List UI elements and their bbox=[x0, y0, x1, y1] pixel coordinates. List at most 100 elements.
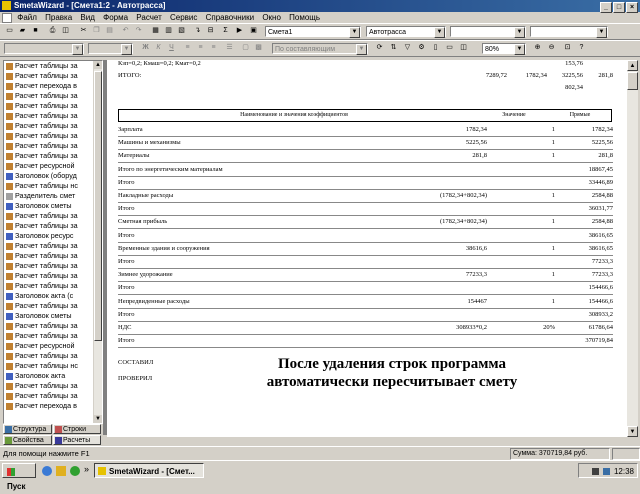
tree-item[interactable]: Расчет таблицы за bbox=[4, 271, 102, 281]
style-combo[interactable]: По составляющим ▼ bbox=[272, 43, 368, 55]
tree-item[interactable]: Расчет таблицы нс bbox=[4, 361, 102, 371]
tree-item[interactable]: Заголовок акта (с bbox=[4, 291, 102, 301]
undo-icon[interactable]: ↶ bbox=[120, 26, 131, 36]
tree-item[interactable]: Расчет таблицы за bbox=[4, 141, 102, 151]
tree-item[interactable]: Заголовок (оборуд bbox=[4, 171, 102, 181]
structure-tree[interactable]: Расчет таблицы за Расчет таблицы за Расчет… bbox=[3, 60, 103, 424]
tree-item[interactable]: Расчет таблицы за bbox=[4, 121, 102, 131]
sort-icon[interactable]: ⇅ bbox=[388, 43, 399, 53]
menu-references[interactable]: Справочники bbox=[203, 13, 257, 22]
underline-icon[interactable]: Ч bbox=[166, 43, 177, 53]
menu-view[interactable]: Вид bbox=[77, 13, 97, 22]
tree-item[interactable]: Заголовок сметы bbox=[4, 201, 102, 211]
volume-icon[interactable] bbox=[591, 468, 599, 476]
table-icon[interactable]: ▦ bbox=[150, 26, 161, 36]
tab-structure[interactable]: Структура bbox=[3, 424, 52, 434]
menu-help[interactable]: Помощь bbox=[286, 13, 323, 22]
copy-icon[interactable]: ❐ bbox=[91, 26, 102, 36]
shade-icon[interactable]: ▩ bbox=[253, 43, 264, 53]
page-icon[interactable]: ▯ bbox=[430, 43, 441, 53]
document-combo[interactable]: Смета1 ▼ bbox=[265, 26, 361, 38]
tree-item[interactable]: Заголовок ресурс bbox=[4, 231, 102, 241]
chevron-down-icon[interactable]: ▼ bbox=[514, 44, 525, 55]
chevron-down-icon[interactable]: ▼ bbox=[514, 27, 525, 38]
list-icon[interactable]: ☰ bbox=[224, 43, 235, 53]
scroll-up-icon[interactable]: ▲ bbox=[94, 61, 102, 69]
object-combo-2[interactable]: ▼ bbox=[450, 26, 526, 38]
font-combo[interactable]: ▼ bbox=[4, 43, 84, 55]
chevron-down-icon[interactable]: ▼ bbox=[121, 44, 132, 55]
menu-edit[interactable]: Правка bbox=[42, 13, 75, 22]
redo-icon[interactable]: ↷ bbox=[133, 26, 144, 36]
tree-item[interactable]: Расчет таблицы за bbox=[4, 151, 102, 161]
chevron-down-icon[interactable]: ▼ bbox=[596, 27, 607, 38]
tree-item[interactable]: Расчет таблицы за bbox=[4, 101, 102, 111]
tree-item[interactable]: Расчет таблицы за bbox=[4, 71, 102, 81]
refresh-icon[interactable]: ⟳ bbox=[374, 43, 385, 53]
tree-item[interactable]: Расчет таблицы за bbox=[4, 111, 102, 121]
chevron-down-icon[interactable]: ▼ bbox=[356, 44, 367, 55]
tree-item[interactable]: Расчет перехода в bbox=[4, 81, 102, 91]
tree-item[interactable]: Расчет таблицы за bbox=[4, 221, 102, 231]
properties-icon[interactable]: ▣ bbox=[248, 26, 259, 36]
scroll-down-icon[interactable]: ▼ bbox=[627, 426, 638, 437]
zoom-out-icon[interactable]: ⊖ bbox=[546, 43, 557, 53]
tab-rows[interactable]: Строки bbox=[53, 424, 101, 434]
menu-service[interactable]: Сервис bbox=[167, 13, 200, 22]
tree-item[interactable]: Расчет таблицы за bbox=[4, 91, 102, 101]
tree-item[interactable]: Расчет таблицы за bbox=[4, 241, 102, 251]
settings-icon[interactable]: ⚙ bbox=[416, 43, 427, 53]
menu-form[interactable]: Форма bbox=[100, 13, 131, 22]
doc-icon[interactable] bbox=[2, 12, 12, 23]
document-scrollbar[interactable]: ▲ ▼ bbox=[627, 60, 638, 437]
paste-icon[interactable]: ▤ bbox=[104, 26, 115, 36]
filter-icon[interactable]: ▽ bbox=[402, 43, 413, 53]
tree-item[interactable]: Расчет перехода в bbox=[4, 401, 102, 411]
tree-item[interactable]: Расчет таблицы за bbox=[4, 281, 102, 291]
two-pages-icon[interactable]: ◫ bbox=[458, 43, 469, 53]
columns-icon[interactable]: ▧ bbox=[176, 26, 187, 36]
align-left-icon[interactable]: ≡ bbox=[182, 43, 193, 53]
tree-item[interactable]: Расчет таблицы нс bbox=[4, 181, 102, 191]
align-center-icon[interactable]: ≡ bbox=[195, 43, 206, 53]
calc-icon[interactable]: Σ bbox=[220, 26, 231, 36]
size-combo[interactable]: ▼ bbox=[88, 43, 133, 55]
chevron-down-icon[interactable]: ▼ bbox=[349, 27, 360, 38]
tree-item[interactable]: Расчет таблицы за bbox=[4, 211, 102, 221]
zoom-combo[interactable]: 80% ▼ bbox=[482, 43, 526, 55]
grid-icon[interactable]: ▥ bbox=[163, 26, 174, 36]
cut-icon[interactable]: ✂ bbox=[78, 26, 89, 36]
tree-item[interactable]: Расчет таблицы за bbox=[4, 301, 102, 311]
insert-row-icon[interactable]: ↴ bbox=[192, 26, 203, 36]
border-icon[interactable]: ▢ bbox=[240, 43, 251, 53]
print-icon[interactable]: ⎙ bbox=[47, 26, 58, 36]
chevron-down-icon[interactable]: ▼ bbox=[72, 44, 83, 55]
tree-item[interactable]: Расчет таблицы за bbox=[4, 391, 102, 401]
task-smetawizard[interactable]: SmetaWizard - [Смет... bbox=[94, 463, 204, 478]
tree-item[interactable]: Расчет таблицы за bbox=[4, 251, 102, 261]
start-button[interactable]: Пуск bbox=[2, 463, 36, 491]
menu-window[interactable]: Окно bbox=[259, 13, 284, 22]
scroll-down-icon[interactable]: ▼ bbox=[94, 415, 102, 423]
tree-item[interactable]: Расчет таблицы за bbox=[4, 331, 102, 341]
tree-item[interactable]: Заголовок сметы bbox=[4, 311, 102, 321]
new-icon[interactable]: ▭ bbox=[4, 26, 15, 36]
help-icon[interactable]: ? bbox=[576, 43, 587, 53]
scroll-thumb[interactable] bbox=[94, 71, 102, 341]
run-icon[interactable]: ▶ bbox=[234, 26, 245, 36]
scroll-up-icon[interactable]: ▲ bbox=[627, 60, 638, 71]
tree-item[interactable]: Расчет таблицы за bbox=[4, 381, 102, 391]
zoom-in-icon[interactable]: ⊕ bbox=[532, 43, 543, 53]
tree-item[interactable]: Расчет ресурсной bbox=[4, 161, 102, 171]
page-width-icon[interactable]: ▭ bbox=[444, 43, 455, 53]
tree-item[interactable]: Расчет таблицы за bbox=[4, 321, 102, 331]
tab-properties[interactable]: Свойства bbox=[3, 435, 52, 445]
bold-icon[interactable]: Ж bbox=[140, 43, 151, 53]
quicklaunch-outlook-icon[interactable] bbox=[56, 466, 66, 476]
preview-icon[interactable]: ◫ bbox=[60, 26, 71, 36]
filter-combo[interactable]: ▼ bbox=[530, 26, 608, 38]
tree-scrollbar[interactable]: ▲ ▼ bbox=[93, 61, 102, 423]
object-combo[interactable]: Автотрасса ▼ bbox=[366, 26, 446, 38]
tree-item[interactable]: Расчет таблицы за bbox=[4, 61, 102, 71]
delete-row-icon[interactable]: ⊟ bbox=[205, 26, 216, 36]
